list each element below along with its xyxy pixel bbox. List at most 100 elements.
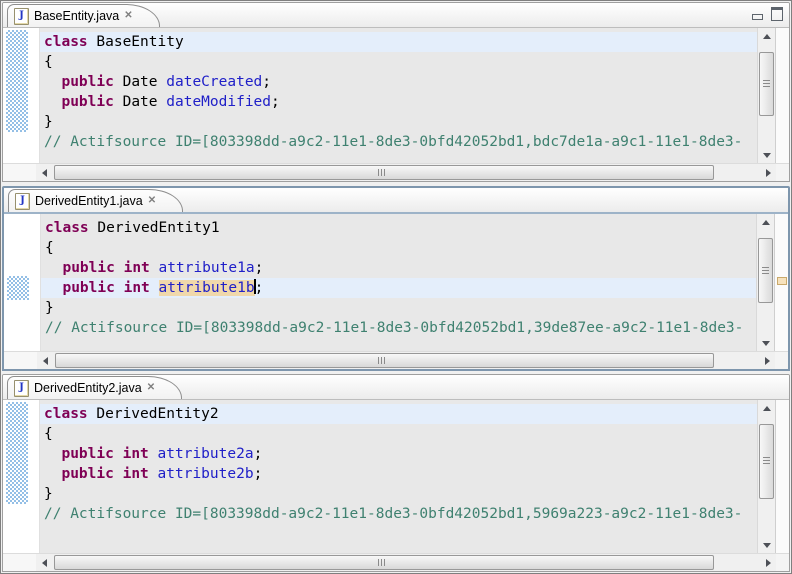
- code-line[interactable]: class DerivedEntity2: [40, 404, 757, 424]
- scroll-down-button[interactable]: [758, 537, 775, 553]
- code-line[interactable]: }: [41, 298, 756, 318]
- code-editor[interactable]: class DerivedEntity2{ public int attribu…: [3, 400, 757, 553]
- code-token: attribute2a: [158, 446, 254, 462]
- horizontal-scrollbar[interactable]: [3, 553, 789, 571]
- code-token: ;: [254, 446, 263, 462]
- scroll-up-button[interactable]: [758, 28, 775, 44]
- horizontal-scroll-thumb[interactable]: [54, 555, 714, 570]
- close-tab-icon[interactable]: ✕: [124, 11, 132, 21]
- scroll-right-button[interactable]: [760, 554, 776, 571]
- code-line[interactable]: class BaseEntity: [40, 32, 757, 52]
- scroll-left-button[interactable]: [36, 554, 52, 571]
- changed-lines-indicator: [6, 30, 28, 132]
- changed-lines-indicator: [6, 402, 28, 504]
- scroll-down-button[interactable]: [758, 147, 775, 163]
- scrollbar-corner: [775, 352, 788, 369]
- vertical-scroll-track[interactable]: [758, 416, 775, 537]
- code-editor[interactable]: class DerivedEntity1{ public int attribu…: [4, 214, 756, 351]
- code-token: public: [61, 466, 113, 482]
- code-token: int: [123, 446, 149, 462]
- code-line[interactable]: public int attribute2a;: [40, 444, 757, 464]
- tab-base-entity[interactable]: J BaseEntity.java ✕: [7, 4, 160, 27]
- overview-ruler[interactable]: [774, 214, 788, 351]
- code-token: ;: [262, 74, 271, 90]
- tab-strip: J DerivedEntity2.java ✕: [3, 375, 789, 400]
- code-line[interactable]: {: [40, 52, 757, 72]
- code-line[interactable]: {: [40, 424, 757, 444]
- overview-ruler[interactable]: [775, 28, 789, 163]
- scroll-up-button[interactable]: [757, 214, 774, 230]
- overview-ruler[interactable]: [775, 400, 789, 553]
- code-text[interactable]: class DerivedEntity2{ public int attribu…: [40, 400, 757, 553]
- code-token: int: [124, 260, 150, 276]
- scroll-right-button[interactable]: [760, 164, 776, 181]
- code-token: // Actifsource ID=[803398dd-a9c2-11e1-8d…: [44, 134, 742, 150]
- code-line[interactable]: {: [41, 238, 756, 258]
- code-token: [45, 260, 62, 276]
- code-editor[interactable]: class BaseEntity{ public Date dateCreate…: [3, 28, 757, 163]
- code-token: // Actifsource ID=[803398dd-a9c2-11e1-8d…: [44, 506, 742, 522]
- code-token: [44, 446, 61, 462]
- vertical-scrollbar[interactable]: [757, 400, 775, 553]
- scrollbar-corner: [3, 554, 36, 571]
- thumb-grip: [762, 267, 769, 276]
- annotation-ruler[interactable]: [4, 214, 41, 351]
- scroll-down-button[interactable]: [757, 335, 774, 351]
- code-line[interactable]: public int attribute1b;: [41, 278, 756, 298]
- annotation-ruler[interactable]: [3, 400, 40, 553]
- horizontal-scroll-track[interactable]: [52, 164, 760, 181]
- occurrence-marker[interactable]: [777, 277, 787, 285]
- annotation-ruler[interactable]: [3, 28, 40, 163]
- horizontal-scroll-thumb[interactable]: [54, 165, 714, 180]
- code-line[interactable]: }: [40, 112, 757, 132]
- horizontal-scrollbar[interactable]: [3, 163, 789, 181]
- code-line[interactable]: }: [40, 484, 757, 504]
- tab-derived-entity1[interactable]: J DerivedEntity1.java ✕: [8, 189, 183, 212]
- code-token: ;: [255, 260, 264, 276]
- vertical-scroll-track[interactable]: [757, 230, 774, 335]
- code-line[interactable]: public Date dateCreated;: [40, 72, 757, 92]
- code-text[interactable]: class BaseEntity{ public Date dateCreate…: [40, 28, 757, 163]
- scroll-left-button[interactable]: [36, 164, 52, 181]
- arrow-right-icon: [765, 357, 770, 365]
- scroll-right-button[interactable]: [759, 352, 775, 369]
- scroll-left-button[interactable]: [37, 352, 53, 369]
- close-tab-icon[interactable]: ✕: [147, 383, 155, 393]
- vertical-scroll-thumb[interactable]: [759, 52, 774, 116]
- code-token: Date: [114, 74, 166, 90]
- code-token: int: [124, 280, 150, 296]
- scroll-up-button[interactable]: [758, 400, 775, 416]
- arrow-up-icon: [763, 34, 771, 39]
- code-token: [115, 280, 124, 296]
- code-line[interactable]: public int attribute2b;: [40, 464, 757, 484]
- code-line[interactable]: class DerivedEntity1: [41, 218, 756, 238]
- horizontal-scroll-track[interactable]: [53, 352, 759, 369]
- code-line[interactable]: // Actifsource ID=[803398dd-a9c2-11e1-8d…: [40, 504, 757, 524]
- code-token: public: [62, 280, 114, 296]
- code-token: [114, 446, 123, 462]
- arrow-left-icon: [42, 559, 47, 567]
- horizontal-scroll-thumb[interactable]: [55, 353, 714, 368]
- code-line[interactable]: // Actifsource ID=[803398dd-a9c2-11e1-8d…: [40, 132, 757, 152]
- code-text[interactable]: class DerivedEntity1{ public int attribu…: [41, 214, 756, 351]
- maximize-icon[interactable]: [771, 7, 783, 21]
- close-tab-icon[interactable]: ✕: [148, 196, 156, 206]
- editor-pane-base-entity: J BaseEntity.java ✕ class BaseEntity{ pu…: [2, 2, 790, 182]
- vertical-scroll-thumb[interactable]: [758, 238, 773, 303]
- scrollbar-corner: [3, 164, 36, 181]
- horizontal-scrollbar[interactable]: [4, 351, 788, 369]
- code-line[interactable]: public int attribute1a;: [41, 258, 756, 278]
- code-line[interactable]: public Date dateModified;: [40, 92, 757, 112]
- minimize-icon[interactable]: [752, 14, 763, 20]
- code-token: ;: [271, 94, 280, 110]
- thumb-grip: [378, 357, 385, 364]
- code-line[interactable]: // Actifsource ID=[803398dd-a9c2-11e1-8d…: [41, 318, 756, 338]
- thumb-grip: [763, 457, 770, 466]
- vertical-scrollbar[interactable]: [757, 28, 775, 163]
- vertical-scrollbar[interactable]: [756, 214, 774, 351]
- vertical-scroll-thumb[interactable]: [759, 424, 774, 499]
- code-token: Date: [114, 94, 166, 110]
- vertical-scroll-track[interactable]: [758, 44, 775, 147]
- horizontal-scroll-track[interactable]: [52, 554, 760, 571]
- tab-derived-entity2[interactable]: J DerivedEntity2.java ✕: [7, 376, 182, 399]
